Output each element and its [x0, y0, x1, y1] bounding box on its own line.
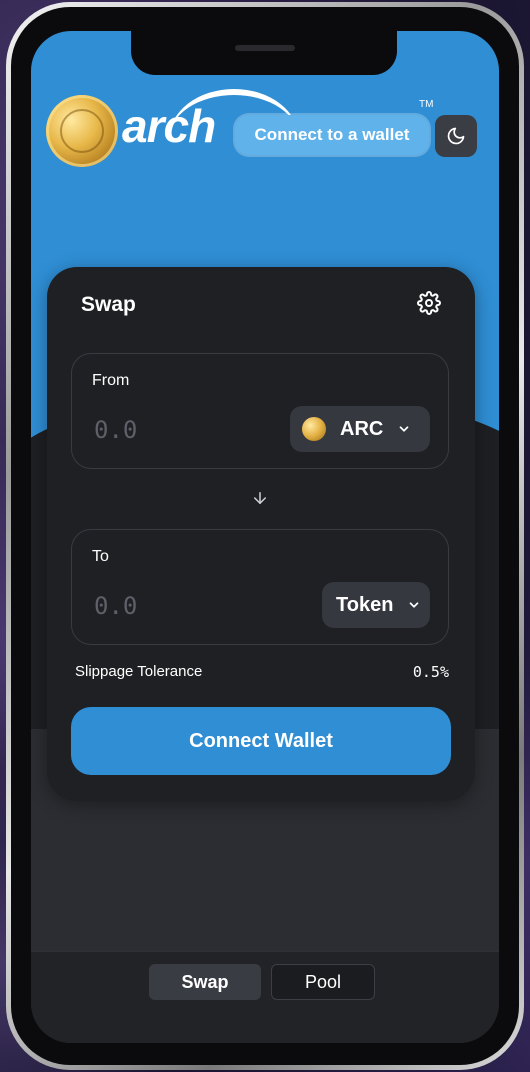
arc-coin-logo-icon: [46, 95, 118, 167]
swap-card: Swap From 0.0 ARC To 0.0 Token Slippage …: [47, 267, 475, 801]
connect-wallet-header-button[interactable]: Connect to a wallet: [235, 115, 429, 155]
phone-bezel: arch TM Connect to a wallet Swap From 0.…: [11, 7, 519, 1065]
slippage-value: 0.5%: [412, 663, 449, 681]
theme-toggle-button[interactable]: [435, 115, 477, 157]
to-amount-input[interactable]: 0.0: [94, 592, 137, 620]
gear-icon: [417, 291, 441, 315]
nav-swap-tab[interactable]: Swap: [149, 964, 261, 1000]
app-screen: arch TM Connect to a wallet Swap From 0.…: [31, 31, 499, 1043]
arrow-down-icon[interactable]: [251, 489, 269, 507]
from-field: From 0.0 ARC: [71, 353, 449, 469]
to-token-select[interactable]: Token: [322, 582, 430, 628]
slippage-label: Slippage Tolerance: [75, 663, 203, 680]
to-token-label: Token: [336, 593, 394, 616]
from-token-select[interactable]: ARC: [290, 406, 430, 452]
settings-button[interactable]: [417, 291, 443, 317]
logo-text: arch: [122, 100, 216, 152]
to-label: To: [92, 548, 109, 565]
to-field: To 0.0 Token: [71, 529, 449, 645]
speaker-grille: [235, 45, 295, 51]
moon-icon: [447, 127, 465, 145]
chevron-down-icon: [399, 426, 409, 432]
nav-pool-tab[interactable]: Pool: [271, 964, 375, 1000]
arc-coin-icon: [302, 417, 326, 441]
phone-frame: arch TM Connect to a wallet Swap From 0.…: [6, 2, 524, 1070]
connect-wallet-button[interactable]: Connect Wallet: [71, 707, 451, 775]
from-token-label: ARC: [340, 417, 384, 440]
swap-card-title: Swap: [81, 293, 136, 316]
from-label: From: [92, 372, 130, 389]
chevron-down-icon: [410, 602, 419, 608]
from-amount-input[interactable]: 0.0: [94, 416, 137, 444]
trademark: TM: [419, 99, 434, 110]
phone-notch: [131, 31, 397, 75]
bottom-nav: Swap Pool: [31, 951, 499, 1043]
